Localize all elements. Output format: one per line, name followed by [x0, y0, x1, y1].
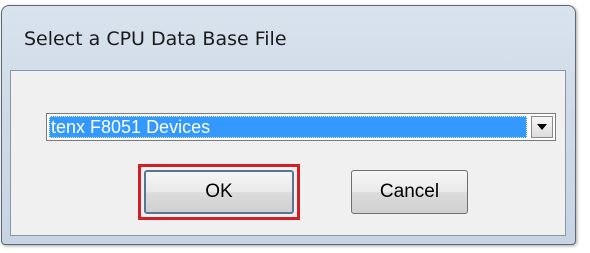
dialog-window: Select a CPU Data Base File tenx F8051 D…: [1, 5, 576, 245]
cpu-database-select[interactable]: tenx F8051 Devices: [46, 113, 556, 141]
dialog-body: tenx F8051 Devices OK Cancel: [10, 70, 566, 236]
cancel-button[interactable]: Cancel: [351, 170, 468, 214]
selected-database-value[interactable]: tenx F8051 Devices: [49, 116, 527, 138]
dialog-title: Select a CPU Data Base File: [24, 28, 287, 50]
chevron-down-icon: [537, 124, 547, 130]
ok-button[interactable]: OK: [144, 170, 294, 214]
dropdown-button[interactable]: [531, 116, 553, 138]
title-bar[interactable]: Select a CPU Data Base File: [2, 6, 575, 70]
